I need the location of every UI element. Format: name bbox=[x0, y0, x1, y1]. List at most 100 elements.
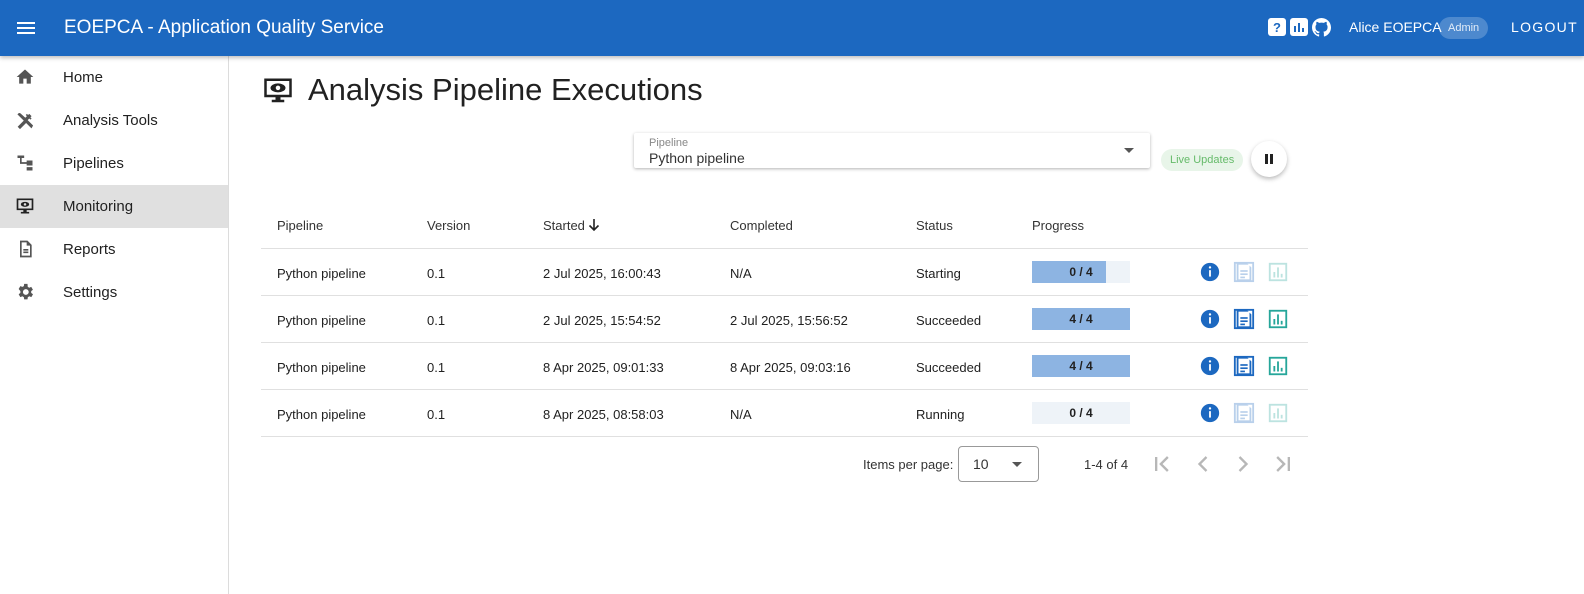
info-icon[interactable] bbox=[1199, 261, 1221, 283]
cell-completed: N/A bbox=[730, 407, 752, 422]
chart-icon[interactable] bbox=[1267, 402, 1289, 424]
sidebar-item-label: Monitoring bbox=[63, 198, 134, 215]
cell-version: 0.1 bbox=[427, 407, 446, 422]
header-started[interactable]: Started bbox=[543, 218, 601, 233]
report-document-icon[interactable] bbox=[1233, 355, 1255, 377]
arrow-down-icon bbox=[588, 219, 599, 232]
cell-pipeline: Python pipeline bbox=[277, 407, 366, 422]
table-row: Python pipeline 0.1 2 Jul 2025, 16:00:43 N/… bbox=[261, 249, 1308, 296]
cell-version: 0.1 bbox=[427, 313, 446, 328]
cell-completed: 2 Jul 2025, 15:56:52 bbox=[730, 313, 848, 328]
progress-text: 4 / 4 bbox=[1069, 359, 1093, 373]
cell-started: 2 Jul 2025, 15:54:52 bbox=[543, 313, 661, 328]
progress-bar: 0 / 4 bbox=[1032, 261, 1130, 283]
sidebar-item-settings[interactable]: Settings bbox=[0, 271, 228, 314]
chart-icon[interactable] bbox=[1267, 308, 1289, 330]
items-per-page-select[interactable]: 10 bbox=[958, 446, 1039, 482]
page-title: Analysis Pipeline Executions bbox=[308, 72, 703, 107]
tools-icon bbox=[17, 113, 34, 130]
report-document-icon[interactable] bbox=[1233, 261, 1255, 283]
table-row: Python pipeline 0.1 8 Apr 2025, 08:58:03 N/… bbox=[261, 390, 1308, 437]
logout-button[interactable]: LOGOUT bbox=[1511, 19, 1578, 35]
items-per-page-value: 10 bbox=[973, 456, 989, 472]
next-page-icon[interactable] bbox=[1229, 450, 1257, 478]
github-icon[interactable] bbox=[1312, 18, 1331, 37]
header-progress[interactable]: Progress bbox=[1032, 218, 1084, 233]
chart-icon[interactable] bbox=[1267, 355, 1289, 377]
cell-started: 8 Apr 2025, 08:58:03 bbox=[543, 407, 664, 422]
previous-page-icon[interactable] bbox=[1189, 450, 1217, 478]
report-document-icon[interactable] bbox=[1233, 308, 1255, 330]
cell-version: 0.1 bbox=[427, 360, 446, 375]
pipeline-select-value: Python pipeline bbox=[649, 150, 745, 166]
pause-icon bbox=[1265, 154, 1268, 164]
home-icon bbox=[16, 69, 34, 84]
pipeline-select[interactable]: Pipeline Python pipeline bbox=[634, 133, 1150, 168]
user-name: Alice EOEPCA bbox=[1349, 19, 1442, 35]
cell-version: 0.1 bbox=[427, 266, 446, 281]
chart-icon[interactable] bbox=[1267, 261, 1289, 283]
monitor-eye-icon bbox=[264, 78, 292, 103]
progress-bar: 4 / 4 bbox=[1032, 308, 1130, 330]
sidebar-item-label: Analysis Tools bbox=[63, 112, 158, 129]
table-header: Pipeline Version Started Completed Statu… bbox=[261, 203, 1308, 249]
pipeline-select-label: Pipeline bbox=[649, 137, 689, 149]
progress-text: 4 / 4 bbox=[1069, 312, 1093, 326]
gear-icon bbox=[18, 283, 33, 300]
app-title: EOEPCA - Application Quality Service bbox=[64, 17, 384, 38]
header-pipeline[interactable]: Pipeline bbox=[277, 218, 323, 233]
role-badge: Admin bbox=[1439, 17, 1489, 39]
cell-pipeline: Python pipeline bbox=[277, 313, 366, 328]
pause-button[interactable] bbox=[1251, 141, 1287, 177]
sidebar: Home Analysis Tools Pipelines Monitoring… bbox=[0, 56, 229, 594]
cell-pipeline: Python pipeline bbox=[277, 266, 366, 281]
range-label: 1-4 of 4 bbox=[1084, 457, 1129, 472]
toolbar-icons: ? bbox=[1268, 18, 1331, 37]
sidebar-item-pipelines[interactable]: Pipelines bbox=[0, 142, 228, 185]
cell-status: Succeeded bbox=[916, 313, 982, 328]
progress-bar: 0 / 4 bbox=[1032, 402, 1130, 424]
header-version[interactable]: Version bbox=[427, 218, 470, 233]
cell-started: 2 Jul 2025, 16:00:43 bbox=[543, 266, 661, 281]
cell-status: Starting bbox=[916, 266, 961, 281]
sidebar-item-label: Pipelines bbox=[63, 155, 124, 172]
pipeline-icon bbox=[17, 155, 33, 171]
monitor-eye-icon bbox=[16, 198, 34, 214]
help-icon[interactable]: ? bbox=[1268, 18, 1286, 36]
executions-table: Pipeline Version Started Completed Statu… bbox=[261, 203, 1308, 437]
info-icon[interactable] bbox=[1199, 402, 1221, 424]
sidebar-item-reports[interactable]: Reports bbox=[0, 228, 228, 271]
app-toolbar: EOEPCA - Application Quality Service ? A… bbox=[0, 0, 1584, 56]
info-icon[interactable] bbox=[1199, 308, 1221, 330]
header-status[interactable]: Status bbox=[916, 218, 953, 233]
last-page-icon[interactable] bbox=[1269, 450, 1297, 478]
menu-icon[interactable] bbox=[14, 16, 38, 40]
first-page-icon[interactable] bbox=[1148, 450, 1176, 478]
table-row: Python pipeline 0.1 8 Apr 2025, 09:01:33 8 … bbox=[261, 343, 1308, 390]
sidebar-item-home[interactable]: Home bbox=[0, 56, 228, 99]
paginator: Items per page: 10 1-4 of 4 bbox=[261, 436, 1308, 492]
info-icon[interactable] bbox=[1199, 355, 1221, 377]
cell-status: Succeeded bbox=[916, 360, 982, 375]
progress-bar: 4 / 4 bbox=[1032, 355, 1130, 377]
sidebar-item-label: Home bbox=[63, 69, 104, 86]
sidebar-item-monitoring[interactable]: Monitoring bbox=[0, 185, 228, 228]
report-document-icon[interactable] bbox=[1233, 402, 1255, 424]
cell-status: Running bbox=[916, 407, 965, 422]
chevron-down-icon bbox=[1012, 462, 1022, 467]
cell-completed: N/A bbox=[730, 266, 752, 281]
table-row: Python pipeline 0.1 2 Jul 2025, 15:54:52 2 … bbox=[261, 296, 1308, 343]
header-started-label: Started bbox=[543, 218, 585, 233]
stats-chart-icon[interactable] bbox=[1290, 18, 1308, 36]
pause-icon-bar bbox=[1270, 154, 1273, 164]
header-completed[interactable]: Completed bbox=[730, 218, 793, 233]
items-per-page-label: Items per page: bbox=[863, 457, 954, 472]
cell-started: 8 Apr 2025, 09:01:33 bbox=[543, 360, 664, 375]
sidebar-item-label: Settings bbox=[63, 284, 118, 301]
cell-pipeline: Python pipeline bbox=[277, 360, 366, 375]
report-icon bbox=[20, 240, 32, 258]
cell-completed: 8 Apr 2025, 09:03:16 bbox=[730, 360, 851, 375]
sidebar-item-analysis-tools[interactable]: Analysis Tools bbox=[0, 99, 228, 142]
live-updates-badge: Live Updates bbox=[1161, 149, 1244, 171]
progress-text: 0 / 4 bbox=[1069, 406, 1093, 420]
